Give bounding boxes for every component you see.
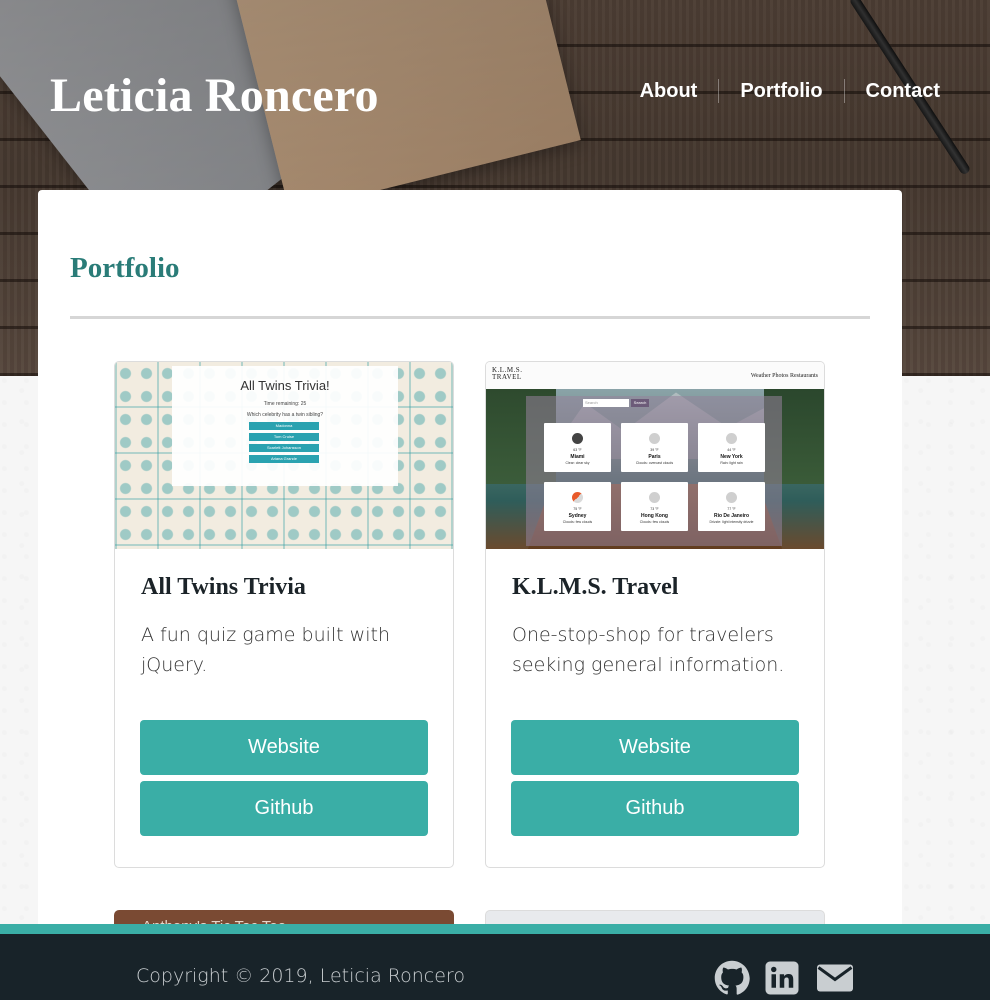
copyright-text: Copyright © 2019, Leticia Roncero [136,965,465,987]
weather-temp: 77 °F [727,507,736,511]
weather-temp: 39 °F [650,448,659,452]
weather-condition: Drizzle: light intensity drizzle [709,520,754,524]
trivia-option: Ariana Grande [249,455,319,463]
moon-icon [572,433,583,444]
weather-condition: Clouds: few clouds [639,520,670,524]
weather-city: Sydney [568,513,587,519]
weather-condition: Clouds: few clouds [562,520,593,524]
project-thumbnail-travel[interactable]: K.L.M.S. TRAVEL Weather Photos Restauran… [486,362,824,549]
cloud-icon [649,433,660,444]
weather-card-hong-kong: 73 °F Hong Kong Clouds: few clouds [621,482,688,531]
website-button[interactable]: Website [511,720,799,775]
trivia-option: Scarlett Johansson [249,444,319,452]
website-button[interactable]: Website [140,720,428,775]
partly-cloudy-icon [572,492,583,503]
section-divider [70,316,870,319]
project-title: All Twins Trivia [141,574,306,600]
section-title: Portfolio [70,252,180,284]
travel-search-button: Search [631,399,649,407]
github-button[interactable]: Github [140,781,428,836]
travel-logo: K.L.M.S. TRAVEL [492,367,522,381]
site-footer: Copyright © 2019, Leticia Roncero [0,924,990,1000]
nav-about[interactable]: About [619,78,719,104]
project-card-klms-travel: K.L.M.S. TRAVEL Weather Photos Restauran… [485,361,825,868]
linkedin-icon[interactable] [764,960,800,996]
nav-contact[interactable]: Contact [845,78,940,104]
weather-city: Rio De Janeiro [713,513,749,519]
trivia-question: Which celebrity has a twin sibling? [246,412,324,418]
weather-condition: Clouds: overcast clouds [635,461,674,465]
weather-card-miami: 63 °F Miami Clear: clear sky [544,423,611,472]
weather-city: Paris [648,454,661,460]
trivia-option: Tom Cruise [249,433,319,441]
project-title: K.L.M.S. Travel [512,574,679,600]
weather-condition: Rain: light rain [720,461,743,465]
github-button[interactable]: Github [511,781,799,836]
trivia-option: Madonna [249,422,319,430]
rain-icon [726,433,737,444]
project-description: One-stop-shop for travelers seeking gene… [512,624,785,676]
weather-temp: 73 °F [650,507,659,511]
travel-nav: Weather Photos Restaurants [750,373,818,379]
email-icon[interactable] [815,960,855,996]
site-title[interactable]: Leticia Roncero [50,68,379,123]
main-nav: About Portfolio Contact [619,78,940,104]
weather-card-sydney: 75 °F Sydney Clouds: few clouds [544,482,611,531]
weather-condition: Clear: clear sky [565,461,590,465]
trivia-timer: Time remaining: 25 [263,401,307,407]
trivia-heading: All Twins Trivia! [240,378,330,393]
github-icon[interactable] [714,960,750,996]
project-card-all-twins-trivia: All Twins Trivia! Time remaining: 25 Whi… [114,361,454,868]
weather-card-paris: 39 °F Paris Clouds: overcast clouds [621,423,688,472]
travel-topbar: K.L.M.S. TRAVEL Weather Photos Restauran… [486,362,824,389]
weather-temp: 63 °F [573,448,582,452]
weather-temp: 75 °F [573,507,582,511]
weather-city: New York [720,454,743,460]
trivia-quiz-box: All Twins Trivia! Time remaining: 25 Whi… [172,366,398,486]
weather-city: Miami [570,454,585,460]
project-description: A fun quiz game built with jQuery. [141,624,390,676]
portfolio-panel: Portfolio All Twins Trivia! Time remaini… [38,190,902,990]
cloud-icon [649,492,660,503]
travel-logo-line2: TRAVEL [492,373,522,381]
travel-search-input: Search [583,399,629,407]
weather-city: Hong Kong [641,513,668,519]
weather-card-new-york: 44 °F New York Rain: light rain [698,423,765,472]
nav-portfolio[interactable]: Portfolio [719,78,843,104]
weather-card-rio: 77 °F Rio De Janeiro Drizzle: light inte… [698,482,765,531]
project-thumbnail-trivia[interactable]: All Twins Trivia! Time remaining: 25 Whi… [115,362,453,549]
rain-icon [726,492,737,503]
weather-temp: 44 °F [727,448,736,452]
